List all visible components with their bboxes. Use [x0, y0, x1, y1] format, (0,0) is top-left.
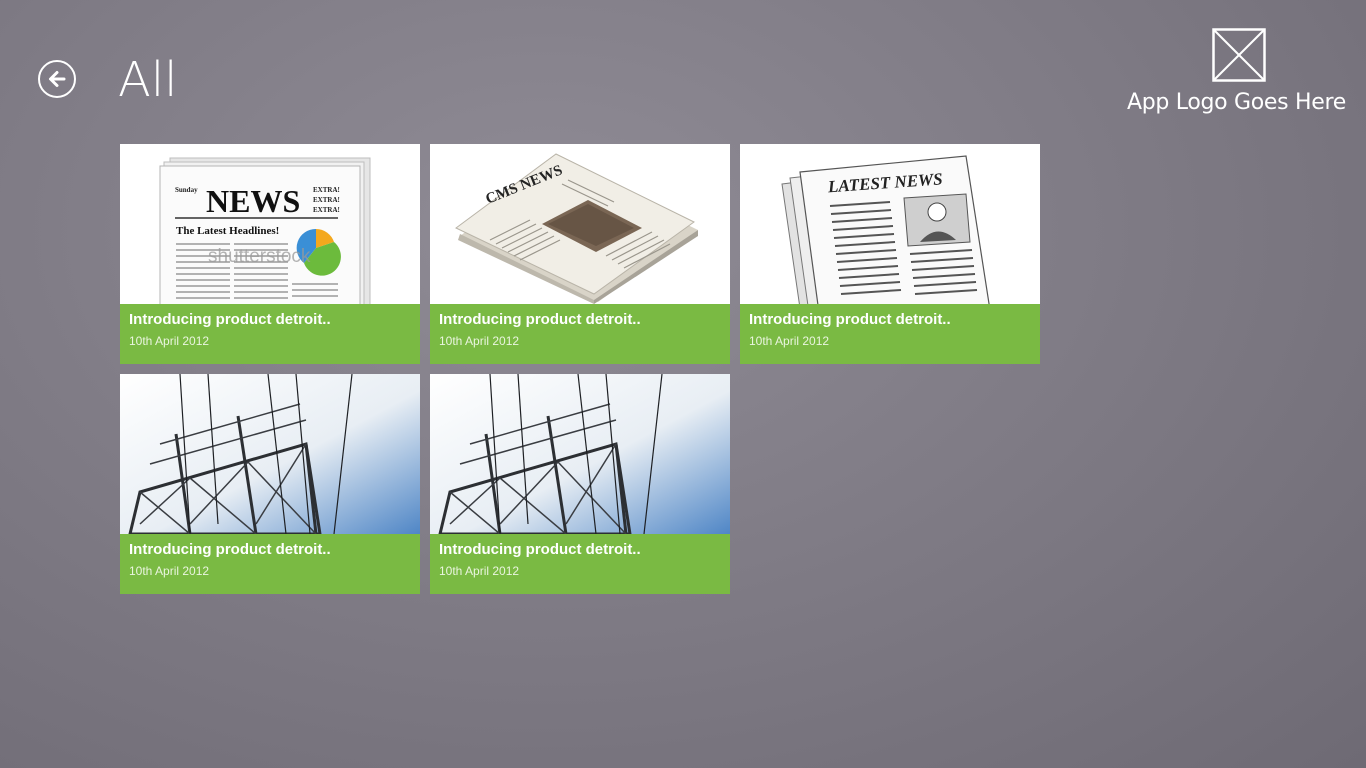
tile-title: Introducing product detroit..	[439, 311, 641, 328]
news-extra-text-1: EXTRA!	[313, 186, 340, 194]
news-tile[interactable]: Sunday NEWS EXTRA! EXTRA! EXTRA! The Lat…	[120, 144, 420, 364]
power-tower-image	[430, 374, 730, 534]
tile-date: 10th April 2012	[439, 564, 520, 578]
tile-date: 10th April 2012	[129, 564, 210, 578]
back-arrow-icon	[49, 71, 66, 87]
news-subheadline-text: The Latest Headlines!	[176, 225, 279, 237]
folded-newspaper-image: CMS NEWS	[430, 144, 730, 304]
news-tile[interactable]: LATEST NEWS Introducing product detroit.…	[740, 144, 1040, 364]
page-title: All	[118, 52, 178, 108]
tile-title: Introducing product detroit..	[749, 311, 951, 328]
tile-title: Introducing product detroit..	[129, 311, 331, 328]
news-tile[interactable]: Introducing product detroit.. 10th April…	[430, 374, 730, 594]
news-extra-text-3: EXTRA!	[313, 206, 340, 214]
news-extra-text-2: EXTRA!	[313, 196, 340, 204]
power-tower-image	[120, 374, 420, 534]
watermark-text: shutterstock	[208, 246, 311, 267]
tile-date: 10th April 2012	[129, 334, 210, 348]
news-sunday-text: Sunday	[175, 186, 198, 194]
news-paper-chart-image: Sunday NEWS EXTRA! EXTRA! EXTRA! The Lat…	[120, 144, 420, 304]
news-masthead-text: NEWS	[206, 183, 300, 219]
tile-date: 10th April 2012	[439, 334, 520, 348]
latest-news-paper-image: LATEST NEWS	[740, 144, 1040, 304]
news-tile[interactable]: CMS NEWS Introducing product detroit.. 1…	[430, 144, 730, 364]
news-tile[interactable]: Introducing product detroit.. 10th April…	[120, 374, 420, 594]
app-logo-text: App Logo Goes Here	[1127, 90, 1346, 115]
back-button[interactable]	[38, 60, 76, 98]
tile-title: Introducing product detroit..	[129, 541, 331, 558]
tile-date: 10th April 2012	[749, 334, 830, 348]
tile-title: Introducing product detroit..	[439, 541, 641, 558]
logo-placeholder-icon	[1212, 28, 1266, 82]
